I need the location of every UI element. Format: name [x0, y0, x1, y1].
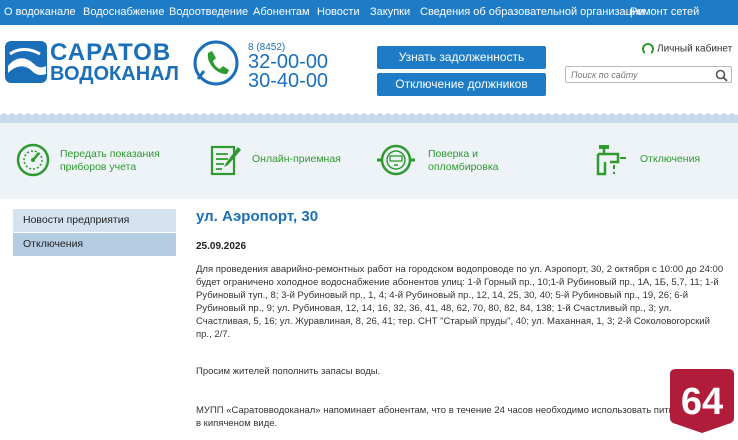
article-paragraph: Просим жителей пополнить запасы воды.	[196, 366, 381, 377]
article-date: 25.09.2026	[196, 241, 247, 252]
sidebar-item-company-news[interactable]: Новости предприятия	[13, 209, 176, 232]
wave-divider	[0, 113, 738, 123]
service-label: Онлайн-приемная	[252, 153, 341, 165]
article-paragraph: Для проведения аварийно-ремонтных работ …	[196, 264, 724, 340]
water-meter-icon	[377, 144, 415, 176]
meter-gauge-icon	[16, 143, 50, 177]
nav-item-news[interactable]: Новости	[317, 0, 360, 25]
badge-text: 64	[681, 381, 723, 423]
personal-account-link[interactable]: Личный кабинет	[642, 43, 732, 57]
sidebar-item-disconnections[interactable]: Отключения	[13, 233, 176, 256]
header: САРАТОВ ВОДОКАНАЛ 8 (8452) 32-00-00 30-4…	[0, 25, 738, 113]
service-meter-readings[interactable]: Передать показания приборов учета	[16, 143, 166, 179]
nav-item-network-repair[interactable]: Ремонт сетей	[630, 0, 699, 25]
service-disconnections[interactable]: Отключения	[596, 143, 716, 179]
check-debt-button[interactable]: Узнать задолженность	[377, 46, 546, 69]
faucet-icon	[596, 145, 626, 176]
nav-item-subscribers[interactable]: Абонентам	[253, 0, 310, 25]
personal-account-label: Личный кабинет	[657, 43, 733, 55]
service-verification-sealing[interactable]: Поверка и опломбировка	[376, 143, 526, 179]
services-row: Передать показания приборов учета Онлайн-…	[0, 123, 738, 199]
nav-item-sewerage[interactable]: Водоотведение	[169, 0, 248, 25]
online-form-icon	[210, 145, 241, 176]
nav-item-education-info[interactable]: Сведения об образовательной организации	[420, 0, 644, 25]
nav-item-about[interactable]: О водоканале	[4, 0, 76, 25]
top-navigation: О водоканале Водоснабжение Водоотведение…	[0, 0, 738, 25]
service-label: Отключения	[640, 153, 701, 165]
search-box	[565, 66, 732, 83]
service-online-reception[interactable]: Онлайн-приемная	[210, 143, 350, 179]
logo[interactable]: САРАТОВ ВОДОКАНАЛ	[4, 39, 179, 85]
search-input[interactable]	[571, 68, 711, 81]
nav-item-purchases[interactable]: Закупки	[370, 0, 410, 25]
page-title: ул. Аэропорт, 30	[196, 208, 319, 225]
logo-emblem-icon	[5, 41, 47, 83]
nav-item-water-supply[interactable]: Водоснабжение	[83, 0, 164, 25]
debtors-disconnection-button[interactable]: Отключение должников	[377, 73, 546, 96]
service-label: Поверка и опломбировка	[428, 148, 499, 173]
region-64-badge: 64	[670, 369, 734, 433]
article-paragraph: МУПП «Саратовводоканал» напоминает абоне…	[196, 405, 719, 429]
phone-number-2[interactable]: 30-40-00	[248, 71, 328, 91]
phone-number-1[interactable]: 32-00-00	[248, 52, 328, 72]
user-icon	[642, 43, 654, 55]
service-label: Передать показания приборов учета	[60, 148, 160, 173]
logo-subtitle: ВОДОКАНАЛ	[50, 63, 179, 85]
phone-icon	[193, 40, 239, 86]
search-icon[interactable]	[715, 69, 728, 82]
